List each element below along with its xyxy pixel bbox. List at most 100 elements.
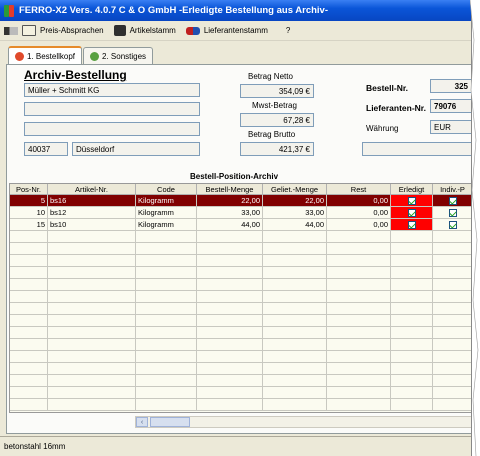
cell-code[interactable] (136, 363, 197, 375)
cell-indiv[interactable] (433, 231, 471, 243)
menu-help[interactable]: ? (286, 26, 290, 35)
cell-code[interactable] (136, 327, 197, 339)
cell-erledigt[interactable] (391, 363, 433, 375)
col-erledigt[interactable]: Erledigt (391, 184, 433, 195)
cell-art[interactable] (48, 339, 136, 351)
cell-geliefert[interactable] (263, 351, 327, 363)
cell-code[interactable] (136, 339, 197, 351)
netto-field[interactable]: 354,09 € (240, 84, 314, 98)
liefnr-field[interactable]: 79076 (430, 99, 471, 113)
cell-indiv[interactable] (433, 327, 471, 339)
cell-code[interactable]: Kilogramm (136, 219, 197, 231)
empty-row[interactable] (10, 255, 471, 267)
cell-rest[interactable] (327, 243, 391, 255)
cell-erledigt[interactable] (391, 327, 433, 339)
address-line-1[interactable]: Müller + Schmitt KG (24, 83, 200, 97)
empty-row[interactable] (10, 351, 471, 363)
address-line-3[interactable] (24, 122, 200, 136)
cell-indiv[interactable] (433, 243, 471, 255)
cell-geliefert[interactable]: 22,00 (263, 195, 327, 207)
erledigt-checkbox[interactable] (407, 208, 416, 217)
cell-bestell[interactable] (197, 231, 263, 243)
cell-indiv[interactable] (433, 195, 471, 207)
cell-rest[interactable] (327, 315, 391, 327)
horizontal-scrollbar[interactable]: ‹ (135, 416, 471, 428)
cell-art[interactable]: bs10 (48, 219, 136, 231)
cell-pos[interactable] (10, 339, 48, 351)
bestellnr-field[interactable]: 325 (430, 79, 471, 93)
cell-geliefert[interactable]: 33,00 (263, 207, 327, 219)
cell-geliefert[interactable] (263, 339, 327, 351)
empty-row[interactable] (10, 387, 471, 399)
cell-code[interactable] (136, 387, 197, 399)
col-artikel[interactable]: Artikel-Nr. (48, 184, 136, 195)
cell-bestell[interactable] (197, 351, 263, 363)
cell-code[interactable] (136, 267, 197, 279)
col-indiv[interactable]: Indiv.-P (433, 184, 471, 195)
cell-code[interactable] (136, 243, 197, 255)
cell-bestell[interactable] (197, 327, 263, 339)
cell-pos[interactable]: 10 (10, 207, 48, 219)
cell-erledigt[interactable] (391, 267, 433, 279)
cell-geliefert[interactable] (263, 291, 327, 303)
cell-erledigt[interactable] (391, 207, 433, 219)
col-geliefert-menge[interactable]: Geliet.-Menge (263, 184, 327, 195)
cell-art[interactable] (48, 387, 136, 399)
cell-bestell[interactable] (197, 363, 263, 375)
empty-row[interactable] (10, 279, 471, 291)
cell-rest[interactable] (327, 303, 391, 315)
tab-sonstiges[interactable]: 2. Sonstiges (83, 47, 154, 64)
cell-code[interactable]: Kilogramm (136, 207, 197, 219)
cell-bestell[interactable] (197, 387, 263, 399)
cell-geliefert[interactable] (263, 255, 327, 267)
erledigt-checkbox[interactable] (407, 196, 416, 205)
cell-pos[interactable] (10, 387, 48, 399)
cell-geliefert[interactable] (263, 243, 327, 255)
cell-bestell[interactable] (197, 243, 263, 255)
cell-rest[interactable]: 0,00 (327, 219, 391, 231)
brutto-field[interactable]: 421,37 € (240, 142, 314, 156)
cell-code[interactable] (136, 315, 197, 327)
empty-row[interactable] (10, 243, 471, 255)
cell-code[interactable] (136, 303, 197, 315)
cell-bestell[interactable]: 22,00 (197, 195, 263, 207)
cell-rest[interactable] (327, 339, 391, 351)
cell-rest[interactable] (327, 399, 391, 411)
cell-bestell[interactable] (197, 303, 263, 315)
cell-geliefert[interactable] (263, 231, 327, 243)
cell-rest[interactable] (327, 387, 391, 399)
cell-rest[interactable] (327, 279, 391, 291)
cell-erledigt[interactable] (391, 219, 433, 231)
cell-pos[interactable] (10, 231, 48, 243)
cell-code[interactable] (136, 231, 197, 243)
cell-indiv[interactable] (433, 267, 471, 279)
cell-erledigt[interactable] (391, 315, 433, 327)
cell-rest[interactable]: 0,00 (327, 195, 391, 207)
cell-art[interactable] (48, 327, 136, 339)
cell-rest[interactable] (327, 351, 391, 363)
cell-rest[interactable] (327, 363, 391, 375)
cell-bestell[interactable] (197, 279, 263, 291)
cell-geliefert[interactable] (263, 387, 327, 399)
cell-rest[interactable] (327, 327, 391, 339)
cell-art[interactable] (48, 255, 136, 267)
empty-row[interactable] (10, 303, 471, 315)
cell-indiv[interactable] (433, 363, 471, 375)
cell-indiv[interactable] (433, 375, 471, 387)
cell-pos[interactable] (10, 255, 48, 267)
cell-code[interactable]: Kilogramm (136, 195, 197, 207)
cell-bestell[interactable] (197, 255, 263, 267)
cell-bestell[interactable]: 33,00 (197, 207, 263, 219)
cell-code[interactable] (136, 375, 197, 387)
cell-art[interactable] (48, 399, 136, 411)
app-menu-icon[interactable] (4, 26, 18, 35)
menu-lieferantenstamm[interactable]: Lieferantenstamm (185, 26, 268, 35)
cell-erledigt[interactable] (391, 291, 433, 303)
cell-pos[interactable] (10, 375, 48, 387)
cell-erledigt[interactable] (391, 375, 433, 387)
col-pos[interactable]: Pos-Nr. (10, 184, 48, 195)
cell-art[interactable] (48, 243, 136, 255)
cell-indiv[interactable] (433, 219, 471, 231)
cell-indiv[interactable] (433, 303, 471, 315)
cell-art[interactable] (48, 315, 136, 327)
